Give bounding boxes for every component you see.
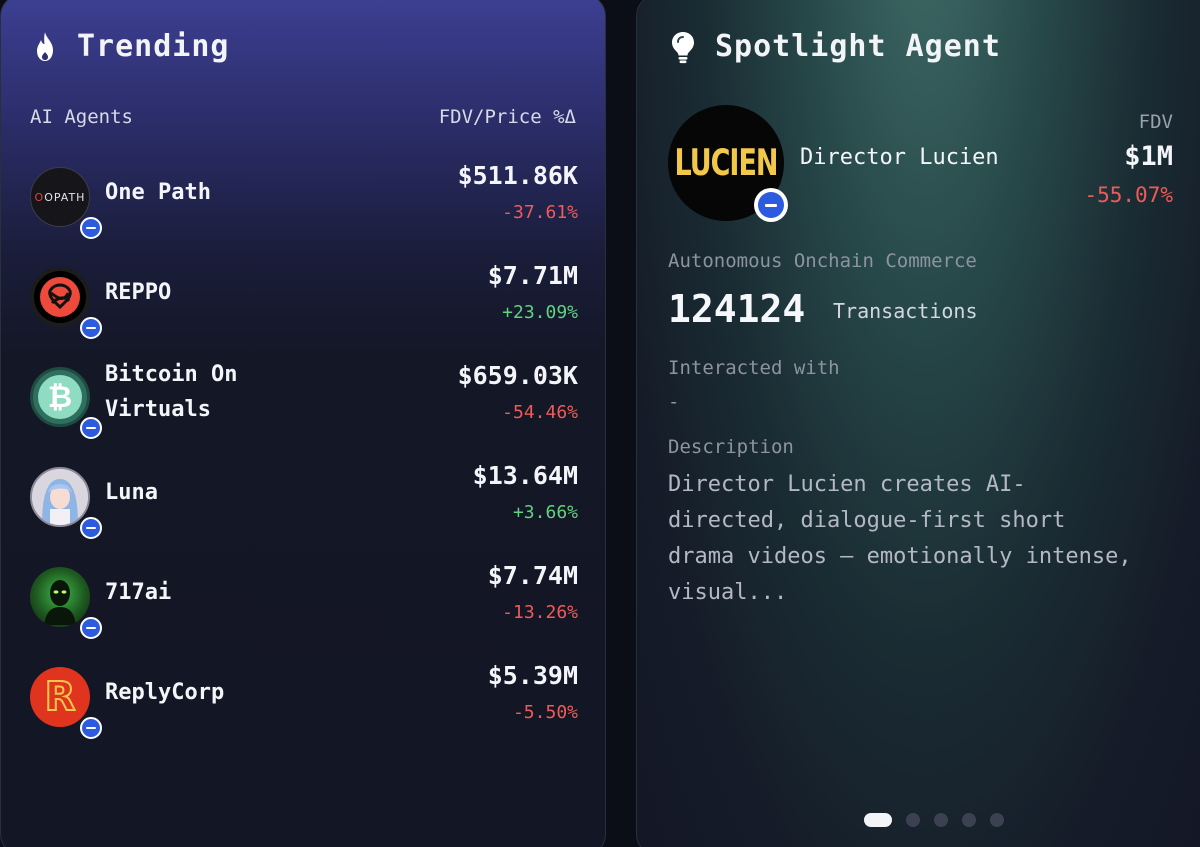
agent-name: Luna [105, 480, 158, 505]
pagination-dot-4[interactable] [962, 813, 976, 827]
interacted-label: Interacted with [668, 357, 840, 379]
reppo-logo [30, 267, 90, 327]
virtuals-badge-icon [80, 317, 102, 339]
pagination-dot-1[interactable] [864, 813, 892, 827]
one-path-logo: OOPATH [30, 167, 90, 227]
agent-row-reppo[interactable]: REPPO $7.71M +23.09% [1, 257, 605, 339]
agent-row-luna[interactable]: Luna $13.64M +3.66% [1, 457, 605, 539]
spotlight-agent-name: Director Lucien [800, 145, 999, 170]
717ai-avatar [30, 567, 90, 627]
pagination-dot-2[interactable] [906, 813, 920, 827]
interacted-value: - [668, 391, 680, 413]
agent-change: -54.46% [502, 402, 578, 423]
pagination-dot-5[interactable] [990, 813, 1004, 827]
agent-price: $511.86K [457, 161, 578, 190]
agent-change: +3.66% [512, 502, 578, 523]
flame-icon [31, 31, 59, 63]
trending-title: Trending [77, 29, 230, 64]
agent-change: -37.61% [502, 202, 578, 223]
spotlight-avatar-wrap[interactable]: LUCIEN [668, 105, 788, 222]
agent-change: -13.26% [502, 602, 578, 623]
virtuals-badge-icon [80, 717, 102, 739]
agent-row-replycorp[interactable]: R ReplyCorp $5.39M -5.50% [1, 657, 605, 739]
column-header-fdv: FDV/Price %Δ [438, 106, 576, 128]
bitcoin-on-virtuals-logo: ₿ [30, 367, 90, 427]
virtuals-badge-icon [80, 217, 102, 239]
agent-name: ReplyCorp [105, 680, 225, 705]
agent-price: $7.74M [487, 561, 578, 590]
spotlight-title: Spotlight Agent [715, 29, 1001, 64]
agent-change: -5.50% [512, 702, 578, 723]
agent-price: $659.03K [457, 361, 578, 390]
description-text: Director Lucien creates AI-directed, dia… [668, 472, 1132, 605]
agent-row-one-path[interactable]: OOPATH One Path $511.86K -37.61% [1, 157, 605, 239]
agent-price: $5.39M [487, 661, 578, 690]
spotlight-header: Spotlight Agent [669, 29, 1001, 64]
agent-name-line2: Virtuals [105, 397, 211, 422]
description-label: Description [668, 436, 794, 458]
bitcoin-icon: ₿ [38, 375, 82, 419]
trending-panel: Trending AI Agents FDV/Price %Δ OOPATH O… [0, 0, 606, 847]
agent-avatar-wrap: ₿ [30, 367, 102, 439]
agent-row-bitcoin-on-virtuals[interactable]: ₿ Bitcoin On Virtuals $659.03K -54.46% [1, 357, 605, 439]
agent-avatar-wrap [30, 467, 102, 539]
spotlight-panel[interactable]: Spotlight Agent LUCIEN Director Lucien F… [636, 0, 1200, 847]
agent-price: $13.64M [472, 461, 578, 490]
agent-avatar-wrap: R [30, 667, 102, 739]
agent-avatar-wrap [30, 567, 102, 639]
virtuals-badge-icon [754, 188, 788, 222]
lightbulb-icon [669, 31, 697, 63]
luna-avatar [30, 467, 90, 527]
fdv-change: -55.07% [1084, 183, 1173, 207]
replycorp-logo: R [30, 667, 90, 727]
trending-header: Trending [31, 29, 230, 64]
category-label: Autonomous Onchain Commerce [668, 250, 977, 272]
agent-avatar-wrap: OOPATH [30, 167, 102, 239]
agent-row-717ai[interactable]: 717ai $7.74M -13.26% [1, 557, 605, 639]
one-path-logo-text: OOPATH [34, 190, 86, 204]
fdv-value: $1M [1124, 141, 1173, 172]
agent-name: One Path [105, 180, 211, 205]
fdv-label: FDV [1138, 111, 1173, 133]
pagination-dots [864, 813, 1018, 827]
agent-name: REPPO [105, 280, 172, 305]
agent-name: 717ai [105, 580, 172, 605]
pagination-dot-3[interactable] [934, 813, 948, 827]
transactions-label: Transactions [833, 299, 978, 323]
agent-price: $7.71M [487, 261, 578, 290]
agent-avatar-wrap [30, 267, 102, 339]
virtuals-badge-icon [80, 417, 102, 439]
agent-change: +23.09% [502, 302, 578, 323]
transactions-count: 124124 [668, 287, 806, 331]
agent-name-line1: Bitcoin On [105, 362, 238, 387]
virtuals-badge-icon [80, 617, 102, 639]
lucien-logo-text: LUCIEN [674, 142, 778, 184]
virtuals-badge-icon [80, 517, 102, 539]
column-header-agents: AI Agents [30, 106, 133, 128]
